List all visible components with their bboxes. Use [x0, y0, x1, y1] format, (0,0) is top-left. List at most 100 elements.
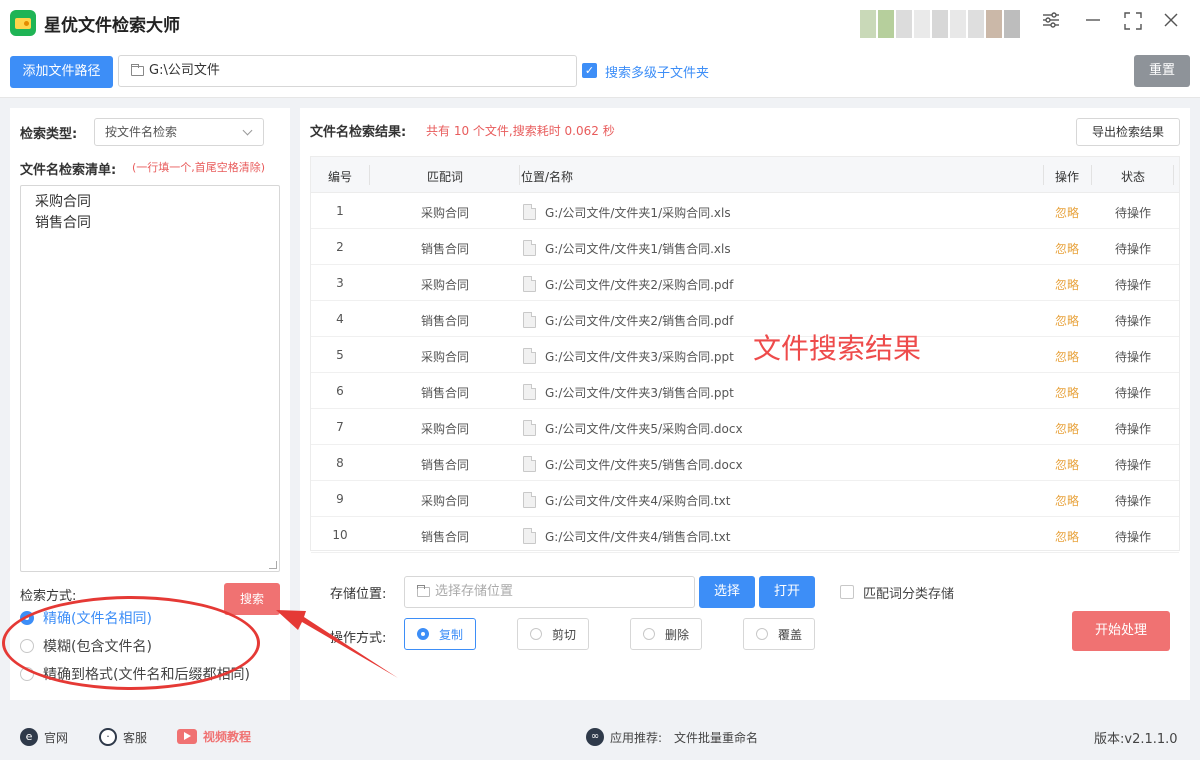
- row-keyword: 销售合同: [420, 458, 469, 472]
- table-row[interactable]: 1 采购合同 G:/公司文件/文件夹1/采购合同.xls 忽略 待操作: [311, 193, 1179, 229]
- classify-label[interactable]: 匹配词分类存储: [863, 583, 954, 602]
- row-ignore-action[interactable]: 忽略: [1043, 528, 1091, 545]
- video-tutorial-link[interactable]: 视频教程: [177, 728, 251, 745]
- path-input[interactable]: G:\公司文件: [118, 55, 577, 87]
- filename-list-line: 销售合同: [35, 215, 91, 231]
- file-icon: [523, 420, 536, 436]
- table-row[interactable]: 9 采购合同 G:/公司文件/文件夹4/采购合同.txt 忽略 待操作: [311, 481, 1179, 517]
- close-icon[interactable]: [1160, 12, 1182, 34]
- support-link[interactable]: · 客服: [99, 728, 147, 746]
- row-ignore-action[interactable]: 忽略: [1043, 240, 1091, 257]
- table-row[interactable]: 7 采购合同 G:/公司文件/文件夹5/采购合同.docx 忽略 待操作: [311, 409, 1179, 445]
- search-type-select[interactable]: 按文件名检索: [94, 118, 264, 146]
- op-delete-label: 删除: [664, 627, 689, 642]
- row-num: 7: [336, 420, 344, 434]
- table-row[interactable]: 2 销售合同 G:/公司文件/文件夹1/销售合同.xls 忽略 待操作: [311, 229, 1179, 265]
- results-summary: 共有 10 个文件,搜索耗时 0.062 秒: [426, 124, 615, 138]
- file-icon: [523, 384, 536, 400]
- start-processing-button[interactable]: 开始处理: [1072, 611, 1170, 651]
- reset-button[interactable]: 重置: [1134, 55, 1190, 87]
- row-ignore-action[interactable]: 忽略: [1043, 384, 1091, 401]
- row-state: 待操作: [1114, 242, 1151, 256]
- filename-list-line: 采购合同: [35, 194, 91, 210]
- app-title: 星优文件检索大师: [44, 16, 180, 36]
- subfolders-label[interactable]: 搜索多级子文件夹: [605, 62, 709, 81]
- search-button[interactable]: 搜索: [224, 583, 280, 615]
- row-ignore-action[interactable]: 忽略: [1043, 456, 1091, 473]
- open-location-button[interactable]: 打开: [759, 576, 815, 608]
- row-keyword: 采购合同: [420, 278, 469, 292]
- app-logo-icon: [10, 10, 36, 36]
- sliders-icon[interactable]: [1040, 12, 1062, 34]
- row-num: 4: [336, 312, 344, 326]
- search-type-value: 按文件名检索: [105, 125, 178, 139]
- op-overwrite-option[interactable]: 覆盖: [743, 618, 815, 650]
- radio-icon: [642, 628, 655, 640]
- table-row[interactable]: 8 销售合同 G:/公司文件/文件夹5/销售合同.docx 忽略 待操作: [311, 445, 1179, 481]
- search-type-label: 检索类型:: [20, 127, 78, 142]
- table-row[interactable]: 5 采购合同 G:/公司文件/文件夹3/采购合同.ppt 忽略 待操作: [311, 337, 1179, 373]
- row-keyword: 采购合同: [420, 422, 469, 436]
- row-ignore-action[interactable]: 忽略: [1043, 204, 1091, 221]
- row-keyword: 采购合同: [420, 206, 469, 220]
- user-avatar[interactable]: [860, 10, 1020, 38]
- row-state: 待操作: [1114, 314, 1151, 328]
- recommend-app-link[interactable]: 文件批量重命名: [674, 729, 758, 746]
- choose-location-button[interactable]: 选择: [699, 576, 755, 608]
- row-path: G:/公司文件/文件夹3/采购合同.ppt: [545, 350, 734, 364]
- support-label: 客服: [123, 730, 148, 745]
- recommend-label: 应用推荐:: [610, 730, 663, 745]
- title-bar: 星优文件检索大师: [0, 0, 1200, 46]
- row-state: 待操作: [1114, 350, 1151, 364]
- col-action-header: 操作: [1054, 170, 1079, 184]
- file-icon: [523, 312, 536, 328]
- row-num: 10: [332, 528, 348, 542]
- radio-selected-icon: [416, 628, 429, 640]
- radio-icon: [755, 628, 768, 640]
- filename-list-textarea[interactable]: 采购合同 销售合同: [20, 185, 280, 572]
- row-path: G:/公司文件/文件夹4/销售合同.txt: [545, 530, 731, 544]
- row-num: 3: [336, 276, 344, 290]
- add-path-button[interactable]: 添加文件路径: [10, 56, 113, 88]
- table-row[interactable]: 3 采购合同 G:/公司文件/文件夹2/采购合同.pdf 忽略 待操作: [311, 265, 1179, 301]
- row-keyword: 销售合同: [420, 242, 469, 256]
- row-keyword: 销售合同: [420, 530, 469, 544]
- results-title: 文件名检索结果:: [310, 125, 407, 140]
- row-path: G:/公司文件/文件夹2/采购合同.pdf: [545, 278, 734, 292]
- classify-checkbox[interactable]: [840, 585, 854, 599]
- annotation-circle: [2, 596, 260, 690]
- row-ignore-action[interactable]: 忽略: [1043, 312, 1091, 329]
- table-row[interactable]: 10 销售合同 G:/公司文件/文件夹4/销售合同.txt 忽略 待操作: [311, 517, 1179, 553]
- op-delete-option[interactable]: 删除: [630, 618, 702, 650]
- minimize-icon[interactable]: [1082, 12, 1104, 34]
- table-row[interactable]: 6 销售合同 G:/公司文件/文件夹3/销售合同.ppt 忽略 待操作: [311, 373, 1179, 409]
- video-tutorial-label: 视频教程: [203, 730, 252, 744]
- row-ignore-action[interactable]: 忽略: [1043, 420, 1091, 437]
- maximize-icon[interactable]: [1122, 12, 1144, 34]
- subfolders-checkbox[interactable]: ✓: [582, 63, 597, 78]
- row-ignore-action[interactable]: 忽略: [1043, 276, 1091, 293]
- row-num: 8: [336, 456, 344, 470]
- col-state-header: 状态: [1120, 170, 1145, 184]
- row-ignore-action[interactable]: 忽略: [1043, 348, 1091, 365]
- file-icon: [523, 528, 536, 544]
- op-cut-label: 剪切: [551, 627, 576, 642]
- path-value: G:\公司文件: [149, 63, 220, 78]
- row-keyword: 销售合同: [420, 386, 469, 400]
- op-copy-option[interactable]: 复制: [404, 618, 476, 650]
- row-path: G:/公司文件/文件夹5/销售合同.docx: [545, 458, 743, 472]
- resize-handle[interactable]: [269, 561, 277, 569]
- export-results-button[interactable]: 导出检索结果: [1076, 118, 1180, 146]
- storage-placeholder: 选择存储位置: [435, 584, 514, 599]
- row-ignore-action[interactable]: 忽略: [1043, 492, 1091, 509]
- chat-icon: ·: [99, 728, 117, 746]
- app-recommend: ∞ 应用推荐: 文件批量重命名: [586, 728, 758, 746]
- website-link[interactable]: e 官网: [20, 728, 68, 746]
- col-path-header: 位置/名称: [521, 170, 574, 184]
- storage-location-input[interactable]: 选择存储位置: [404, 576, 695, 608]
- op-cut-option[interactable]: 剪切: [517, 618, 589, 650]
- video-icon: [177, 729, 197, 744]
- annotation-arrow-icon: [276, 610, 398, 678]
- file-icon: [523, 456, 536, 472]
- table-row[interactable]: 4 销售合同 G:/公司文件/文件夹2/销售合同.pdf 忽略 待操作: [311, 301, 1179, 337]
